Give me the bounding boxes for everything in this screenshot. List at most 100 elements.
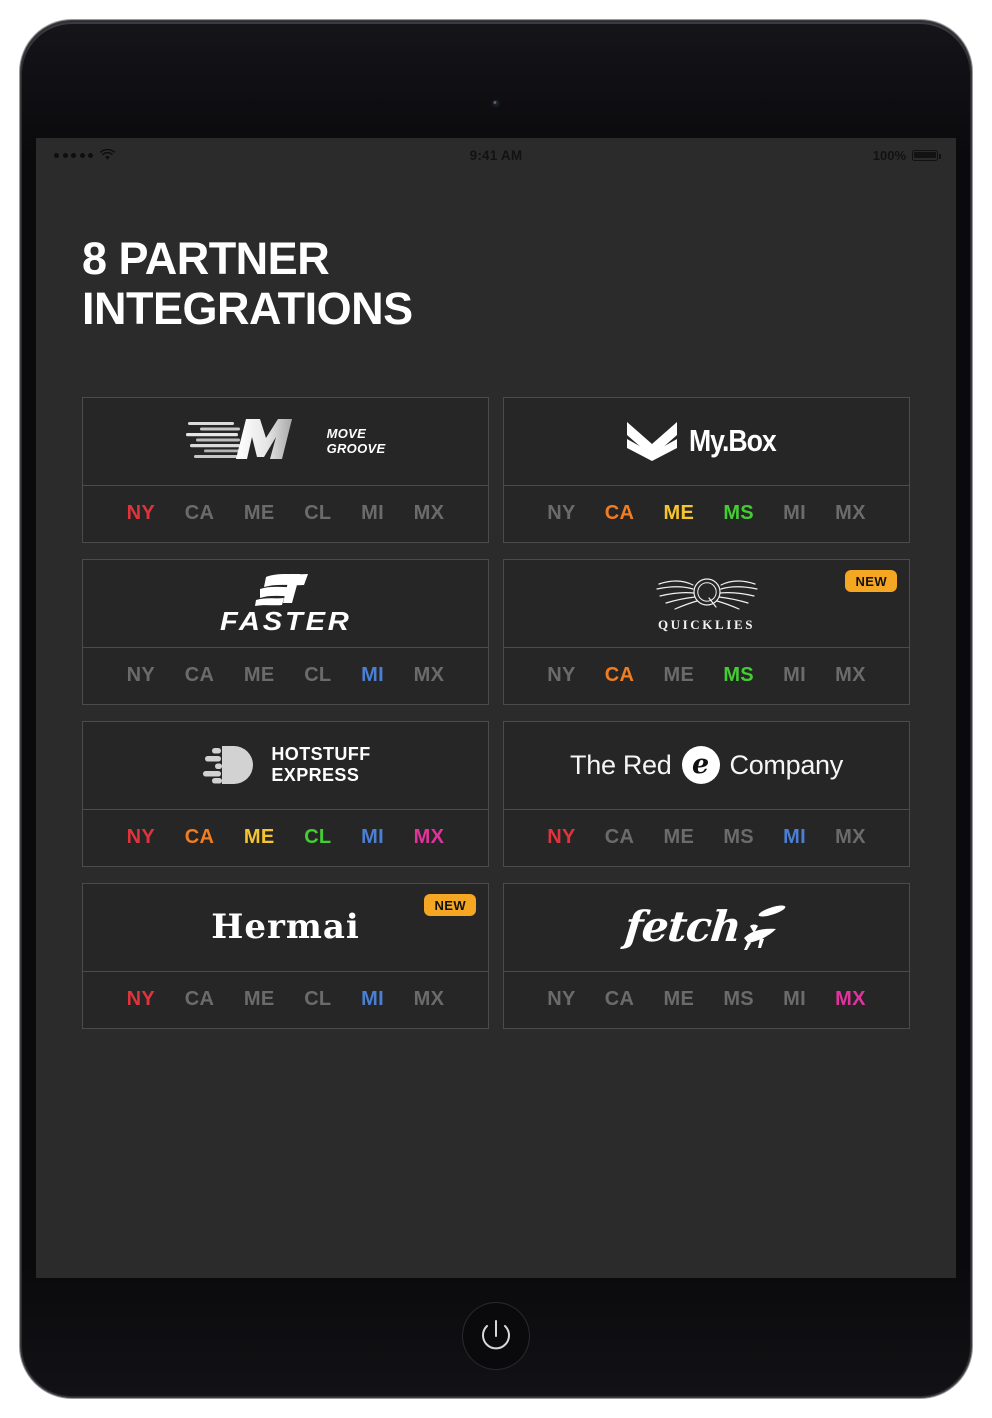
region-mi[interactable]: MI bbox=[783, 502, 806, 525]
partner-card-quicklies[interactable]: QUICKLIES NEW NY CA ME MS MI MX bbox=[503, 558, 910, 705]
region-mi[interactable]: MI bbox=[361, 826, 384, 849]
region-ms[interactable]: MS bbox=[723, 502, 754, 525]
region-row: NY CA ME CL MI MX bbox=[83, 810, 488, 866]
hotstuff-express-mark-icon bbox=[203, 746, 254, 785]
region-ny[interactable]: NY bbox=[547, 988, 575, 1011]
my-box-chevron-icon bbox=[626, 422, 677, 462]
faster-flag-icon bbox=[255, 573, 309, 606]
region-ca[interactable]: CA bbox=[185, 502, 215, 525]
partner-logo-area: MOVE GROOVE bbox=[83, 398, 488, 486]
region-me[interactable]: ME bbox=[664, 988, 695, 1011]
region-ny[interactable]: NY bbox=[127, 988, 155, 1011]
partner-card-the-red-e-company[interactable]: The Red e Company NY CA ME MS MI MX bbox=[503, 720, 910, 867]
faster-logo: FASTER bbox=[220, 573, 349, 634]
region-cl[interactable]: CL bbox=[304, 502, 331, 525]
my-box-logo: My.Box bbox=[624, 417, 790, 465]
power-icon bbox=[482, 1320, 510, 1350]
region-me[interactable]: ME bbox=[664, 664, 695, 687]
region-ca[interactable]: CA bbox=[185, 988, 215, 1011]
region-mx[interactable]: MX bbox=[414, 502, 445, 525]
region-mx[interactable]: MX bbox=[835, 502, 866, 525]
move-groove-word-2: GROOVE bbox=[326, 441, 386, 457]
region-mi[interactable]: MI bbox=[783, 664, 806, 687]
battery-percent-label: 100% bbox=[872, 147, 906, 163]
partner-card-move-groove[interactable]: MOVE GROOVE NY CA ME CL MI MX bbox=[82, 396, 489, 543]
region-ca[interactable]: CA bbox=[185, 826, 215, 849]
region-me[interactable]: ME bbox=[244, 988, 275, 1011]
region-mx[interactable]: MX bbox=[414, 826, 445, 849]
region-me[interactable]: ME bbox=[244, 502, 275, 525]
partner-card-my-box[interactable]: My.Box NY CA ME MS MI MX bbox=[503, 396, 910, 543]
move-groove-mark-icon bbox=[185, 419, 292, 460]
status-bar: 9:41 AM 100% bbox=[36, 138, 956, 172]
tablet-device-mockup: 9:41 AM 100% 8 PARTNER INTEGRATIONS MOVE… bbox=[0, 0, 992, 1418]
region-ca[interactable]: CA bbox=[605, 988, 635, 1011]
home-button[interactable] bbox=[462, 1302, 530, 1370]
hotstuff-express-wordmark: HOTSTUFF EXPRESS bbox=[271, 744, 370, 786]
move-groove-wordmark: MOVE GROOVE bbox=[327, 426, 386, 457]
hotstuff-word-2: EXPRESS bbox=[271, 765, 360, 786]
partner-card-fetch[interactable]: fetch NY CA ME MS MI MX bbox=[503, 882, 910, 1029]
region-mi[interactable]: MI bbox=[783, 826, 806, 849]
region-ny[interactable]: NY bbox=[127, 502, 155, 525]
move-groove-logo: MOVE GROOVE bbox=[185, 412, 386, 470]
partner-logo-area: FASTER bbox=[83, 560, 488, 648]
region-ms[interactable]: MS bbox=[723, 988, 754, 1011]
region-ny[interactable]: NY bbox=[547, 502, 575, 525]
region-ca[interactable]: CA bbox=[605, 502, 635, 525]
region-me[interactable]: ME bbox=[244, 664, 275, 687]
battery-full-icon bbox=[912, 149, 941, 161]
region-me[interactable]: ME bbox=[244, 826, 275, 849]
partner-card-hermai[interactable]: Hermai NEW NY CA ME CL MI MX bbox=[82, 882, 489, 1029]
region-mi[interactable]: MI bbox=[361, 502, 384, 525]
region-ny[interactable]: NY bbox=[547, 664, 575, 687]
hotstuff-express-logo: HOTSTUFF EXPRESS bbox=[200, 742, 370, 788]
region-mi[interactable]: MI bbox=[361, 988, 384, 1011]
winged-q-icon bbox=[655, 578, 758, 610]
region-ms[interactable]: MS bbox=[723, 826, 754, 849]
partner-logo-area: My.Box bbox=[504, 398, 909, 486]
region-row: NY CA ME CL MI MX bbox=[83, 486, 488, 542]
region-cl[interactable]: CL bbox=[304, 826, 331, 849]
region-ca[interactable]: CA bbox=[185, 664, 215, 687]
partner-card-hotstuff-express[interactable]: HOTSTUFF EXPRESS NY CA ME CL MI MX bbox=[82, 720, 489, 867]
faster-wordmark: FASTER bbox=[219, 605, 352, 636]
hotstuff-word-1: HOTSTUFF bbox=[271, 744, 371, 765]
status-badge-new: NEW bbox=[845, 569, 897, 592]
move-groove-word-1: MOVE bbox=[326, 425, 367, 441]
region-mx[interactable]: MX bbox=[835, 664, 866, 687]
region-ny[interactable]: NY bbox=[127, 826, 155, 849]
page-title: 8 PARTNER INTEGRATIONS bbox=[82, 233, 562, 335]
red-e-word-1: The Red bbox=[570, 749, 672, 780]
region-row: NY CA ME MS MI MX bbox=[504, 486, 909, 542]
quicklies-wordmark: QUICKLIES bbox=[657, 617, 756, 633]
region-mx[interactable]: MX bbox=[835, 988, 866, 1011]
region-me[interactable]: ME bbox=[664, 826, 695, 849]
fetch-wordmark: fetch bbox=[622, 902, 743, 952]
partner-logo-area: HOTSTUFF EXPRESS bbox=[83, 722, 488, 810]
region-ny[interactable]: NY bbox=[547, 826, 575, 849]
partner-card-faster[interactable]: FASTER NY CA ME CL MI MX bbox=[82, 558, 489, 705]
hermai-logo: Hermai bbox=[211, 907, 360, 948]
region-row: NY CA ME CL MI MX bbox=[83, 648, 488, 704]
region-mi[interactable]: MI bbox=[783, 988, 806, 1011]
region-cl[interactable]: CL bbox=[304, 988, 331, 1011]
page-title-line-2: INTEGRATIONS bbox=[82, 283, 413, 335]
region-mx[interactable]: MX bbox=[414, 988, 445, 1011]
region-ca[interactable]: CA bbox=[605, 826, 635, 849]
partner-logo-area: The Red e Company bbox=[504, 722, 909, 810]
my-box-wordmark: My.Box bbox=[688, 423, 777, 459]
region-mi[interactable]: MI bbox=[361, 664, 384, 687]
partner-logo-area: fetch bbox=[504, 884, 909, 972]
region-mx[interactable]: MX bbox=[835, 826, 866, 849]
region-ms[interactable]: MS bbox=[723, 664, 754, 687]
region-ca[interactable]: CA bbox=[605, 664, 635, 687]
status-badge-new: NEW bbox=[424, 893, 476, 916]
red-e-logo: The Red e Company bbox=[570, 746, 843, 785]
region-cl[interactable]: CL bbox=[304, 664, 331, 687]
page-content: 8 PARTNER INTEGRATIONS MOVE GROOVE NY CA… bbox=[36, 172, 956, 1029]
region-mx[interactable]: MX bbox=[414, 664, 445, 687]
partner-logo-area: Hermai NEW bbox=[83, 884, 488, 972]
region-ny[interactable]: NY bbox=[127, 664, 155, 687]
region-me[interactable]: ME bbox=[664, 502, 695, 525]
